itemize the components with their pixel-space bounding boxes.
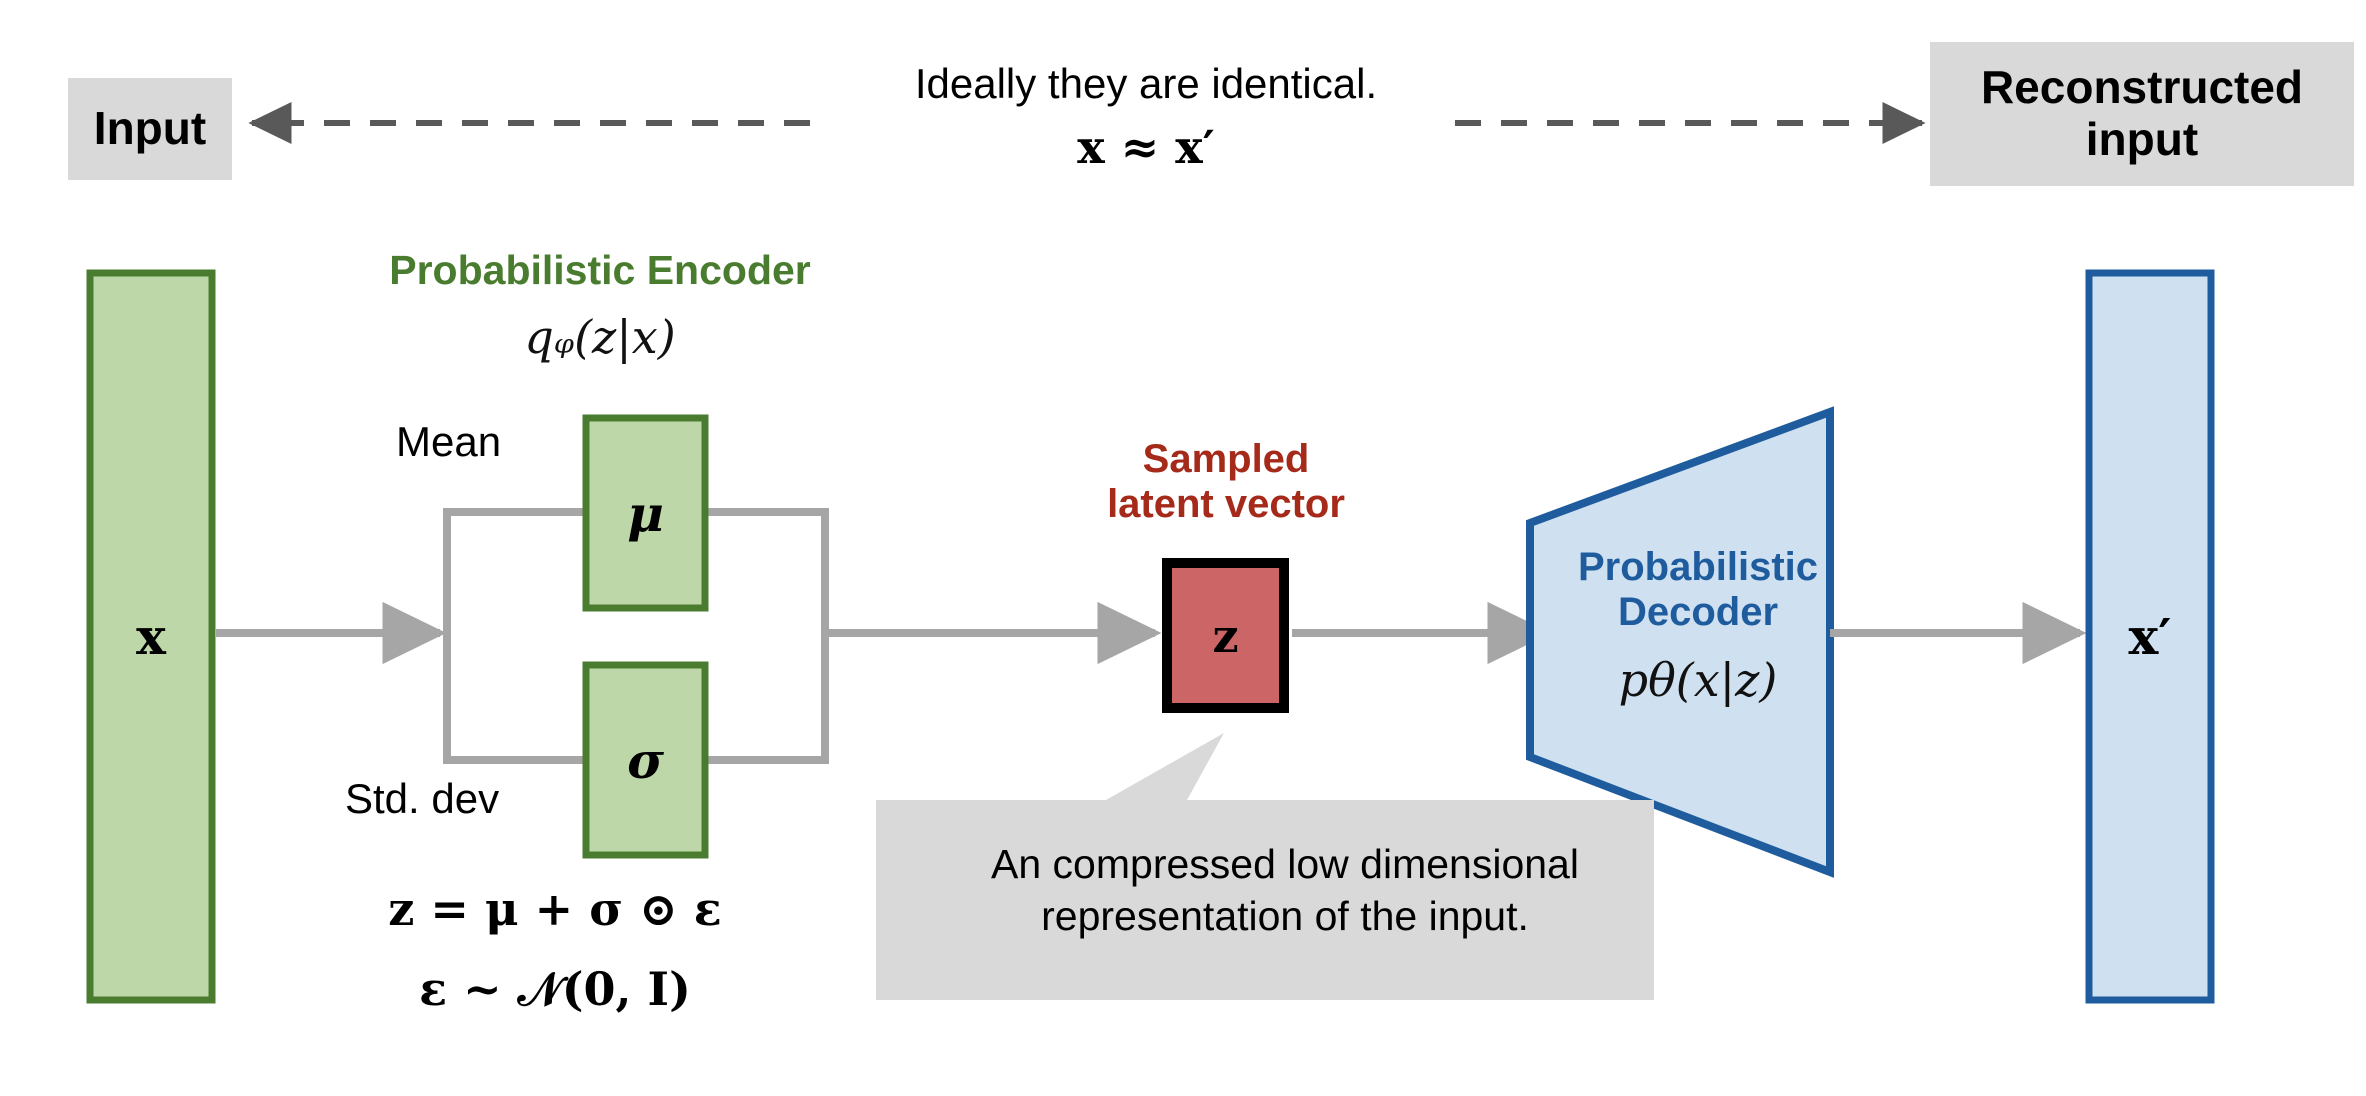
callout-text: An compressed low dimensional representat… — [991, 841, 1579, 940]
mean-label: Mean — [396, 418, 502, 465]
diagram-canvas: Input Ideally they are identical. x ≈ x′… — [0, 0, 2366, 1096]
encoder-equation: qᵩ(z|x) — [524, 310, 676, 364]
latent-vector-symbol: z — [1212, 608, 1239, 663]
reconstructed-input-label-box: Reconstructed input — [1930, 42, 2354, 186]
encoder-bracket-right — [704, 508, 829, 764]
encoder-bracket-left — [443, 508, 587, 764]
identical-note-text: Ideally they are identical. — [914, 60, 1378, 107]
encoder-title: Probabilistic Encoder — [389, 247, 811, 293]
std-dev-label: Std. dev — [345, 775, 500, 822]
input-label-box: Input — [68, 78, 232, 180]
decoder-equation: pθ(x|z) — [1618, 653, 1778, 707]
identical-note-equation: x ≈ x′ — [1077, 120, 1215, 174]
reparameterization-equation-1: z = μ + σ ⊙ ε — [388, 882, 722, 936]
reparameterization-equation-2: ε ~ 𝒩(0, I) — [419, 962, 691, 1016]
mu-symbol: μ — [627, 483, 664, 543]
output-vector-symbol: x′ — [2128, 607, 2172, 666]
decoder-title: Probabilistic Decoder — [1577, 545, 1819, 634]
latent-vector-title: Sampled latent vector — [1107, 437, 1345, 526]
input-vector-symbol: x — [136, 607, 166, 666]
sigma-symbol: σ — [627, 730, 664, 790]
